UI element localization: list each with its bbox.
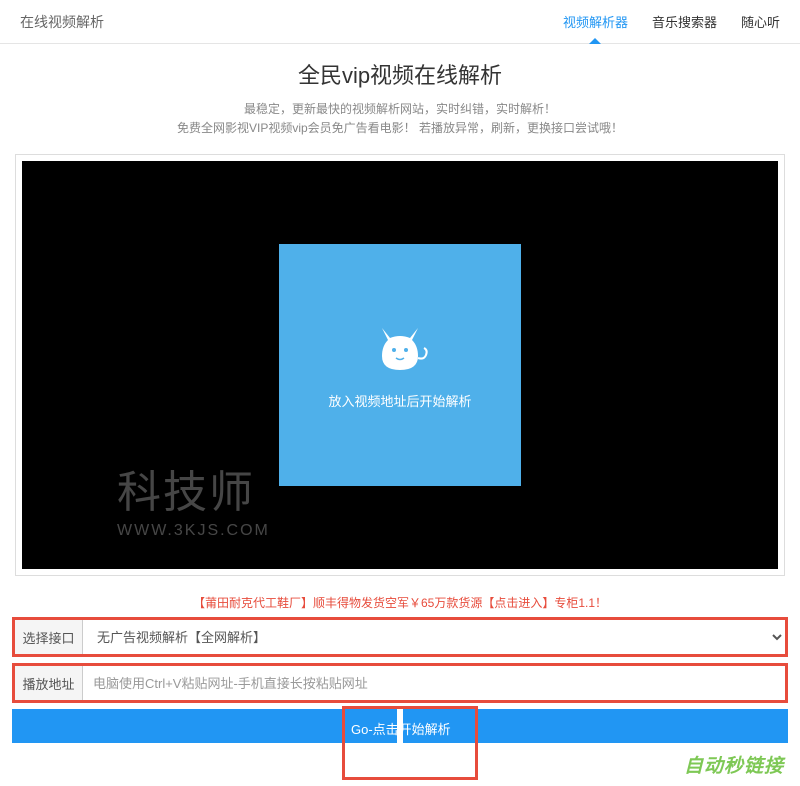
placeholder-text: 放入视频地址后开始解析	[328, 391, 471, 410]
video-placeholder: 放入视频地址后开始解析	[279, 244, 521, 486]
watermark-main: 科技师	[117, 456, 270, 520]
subtitle-2: 免费全网影视VIP视频vip会员免广告看电影！ 若播放异常，刷新，更换接口尝试哦…	[0, 119, 800, 138]
header: 在线视频解析 视频解析器 音乐搜索器 随心听	[0, 0, 800, 44]
address-row: 播放地址	[12, 663, 788, 703]
nav-video-parser[interactable]: 视频解析器	[563, 0, 628, 43]
interface-row: 选择接口 无广告视频解析【全网解析】	[12, 617, 788, 657]
interface-select[interactable]: 无广告视频解析【全网解析】	[83, 620, 785, 654]
watermark: 科技师 WWW.3KJS.COM	[117, 456, 270, 540]
nav-listen[interactable]: 随心听	[741, 0, 780, 43]
auto-link-badge[interactable]: 自动秒链接	[684, 751, 784, 778]
video-container: 放入视频地址后开始解析 科技师 WWW.3KJS.COM	[15, 154, 785, 576]
watermark-sub: WWW.3KJS.COM	[117, 522, 270, 540]
brand-title: 在线视频解析	[20, 12, 104, 32]
button-row: Go-点击开始解析 New-点击全屏解析	[12, 709, 788, 743]
nav: 视频解析器 音乐搜索器 随心听	[563, 0, 780, 43]
title-section: 全民vip视频在线解析 最稳定，更新最快的视频解析网站，实时纠错，实时解析！ 免…	[0, 44, 800, 146]
go-button[interactable]	[12, 709, 397, 743]
interface-label: 选择接口	[15, 620, 83, 654]
nav-music-search[interactable]: 音乐搜索器	[652, 0, 717, 43]
video-player[interactable]: 放入视频地址后开始解析 科技师 WWW.3KJS.COM	[22, 161, 778, 569]
address-input[interactable]	[83, 666, 785, 700]
promo-link[interactable]: 【莆田耐克代工鞋厂】顺丰得物发货空军￥65万款货源【点击进入】专柜1.1！	[0, 594, 800, 611]
subtitle-1: 最稳定，更新最快的视频解析网站，实时纠错，实时解析！	[0, 100, 800, 119]
page-title: 全民vip视频在线解析	[0, 58, 800, 90]
new-button[interactable]	[403, 709, 788, 743]
cat-icon	[370, 320, 430, 375]
address-label: 播放地址	[15, 666, 83, 700]
